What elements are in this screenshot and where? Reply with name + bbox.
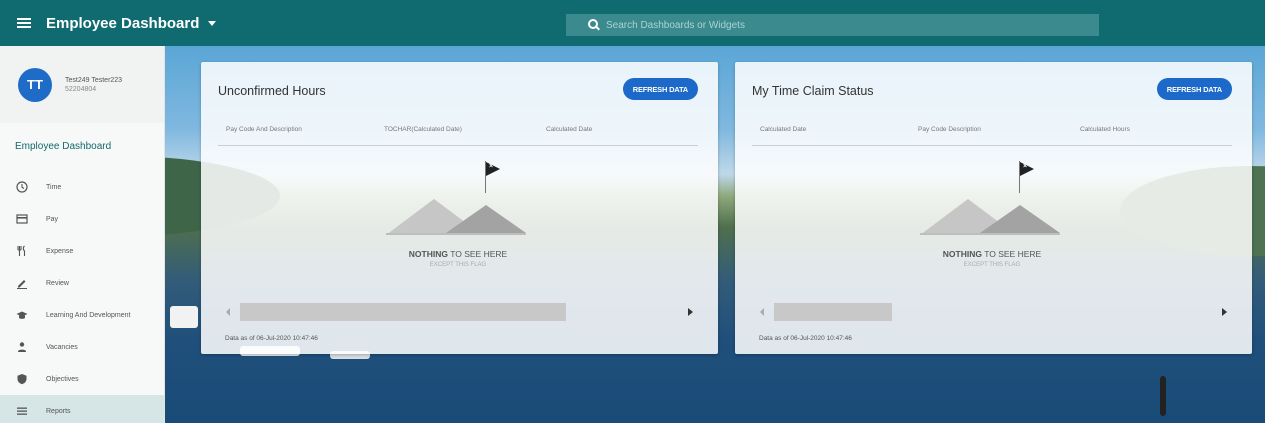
widget-my-time-claim-status: My Time Claim Status REFRESH DATA Calcul…	[735, 62, 1252, 354]
sidebar-item-learning-and-development[interactable]: Learning And Development	[0, 299, 164, 331]
empty-state-subtitle: EXCEPT THIS FLAG	[429, 262, 487, 268]
top-app-bar: Employee Dashboard	[0, 0, 1265, 46]
sidebar-item-label: Vacancies	[46, 343, 78, 351]
empty-state: × NOTHING TO SEE HERE EXCEPT THIS FLAG	[752, 147, 1232, 297]
search-icon	[588, 19, 600, 31]
horizontal-scrollbar[interactable]	[218, 303, 698, 321]
pencil-icon	[15, 276, 29, 290]
sidebar-dashboard-link[interactable]: Employee Dashboard	[0, 141, 164, 157]
card-icon	[15, 212, 29, 226]
scroll-right-icon[interactable]	[688, 308, 693, 316]
data-timestamp: Data as of 06-Jul-2020 10:47:46	[759, 335, 852, 342]
shield-icon	[15, 372, 29, 386]
empty-state-subtitle: EXCEPT THIS FLAG	[963, 262, 1021, 268]
avatar: TT	[18, 67, 52, 102]
user-id: 52204804	[65, 85, 97, 93]
sidebar-nav: Time Pay Expense Review Learning And Dev…	[0, 171, 164, 423]
sidebar-item-label: Reports	[46, 407, 71, 415]
hamburger-menu-button[interactable]	[6, 0, 42, 46]
refresh-data-button[interactable]: REFRESH DATA	[1156, 78, 1232, 100]
sidebar-item-reports[interactable]: Reports	[0, 395, 164, 423]
sidebar-item-review[interactable]: Review	[0, 267, 164, 299]
sidebar: TT Test249 Tester223 52204804 Employee D…	[0, 46, 165, 423]
hamburger-icon	[17, 18, 31, 28]
table-header: Pay Code And Description TOCHAR(Calculat…	[218, 126, 698, 146]
sidebar-item-expense[interactable]: Expense	[0, 235, 164, 267]
sidebar-item-time[interactable]: Time	[0, 171, 164, 203]
widget-title: Unconfirmed Hours	[218, 84, 326, 98]
graduation-cap-icon	[15, 308, 29, 322]
sidebar-item-objectives[interactable]: Objectives	[0, 363, 164, 395]
sidebar-item-label: Pay	[46, 215, 59, 223]
column-header[interactable]: Pay Code And Description	[226, 126, 302, 133]
sidebar-item-label: Learning And Development	[46, 311, 131, 319]
column-header[interactable]: TOCHAR(Calculated Date)	[384, 126, 462, 133]
widget-title: My Time Claim Status	[752, 84, 874, 98]
mountain-illustration	[980, 205, 1060, 233]
scroll-left-icon[interactable]	[226, 308, 230, 316]
empty-state: × NOTHING TO SEE HERE EXCEPT THIS FLAG	[218, 147, 698, 297]
app-title: Employee Dashboard	[46, 14, 200, 32]
scrollbar-thumb[interactable]	[240, 303, 566, 321]
chevron-down-icon	[208, 20, 217, 26]
clock-icon	[15, 180, 29, 194]
search-input[interactable]	[606, 19, 1046, 31]
scroll-right-icon[interactable]	[1222, 308, 1227, 316]
sidebar-item-vacancies[interactable]: Vacancies	[0, 331, 164, 363]
column-header[interactable]: Pay Code Description	[918, 126, 981, 133]
empty-state-title: NOTHING TO SEE HERE	[942, 249, 1042, 259]
sidebar-item-label: Review	[46, 279, 69, 287]
mountain-illustration	[446, 205, 526, 233]
column-header[interactable]: Calculated Date	[760, 126, 806, 133]
dashboard-selector[interactable]: Employee Dashboard	[46, 14, 217, 32]
user-profile[interactable]: TT Test249 Tester223 52204804	[0, 46, 164, 123]
scrollbar-thumb[interactable]	[774, 303, 892, 321]
column-header[interactable]: Calculated Hours	[1080, 126, 1130, 133]
table-header: Calculated Date Pay Code Description Cal…	[752, 126, 1232, 146]
flag-x-mark: ×	[1023, 163, 1028, 170]
refresh-data-button[interactable]: REFRESH DATA	[622, 78, 698, 100]
sidebar-item-pay[interactable]: Pay	[0, 203, 164, 235]
search-box[interactable]	[566, 14, 1099, 36]
scroll-left-icon[interactable]	[760, 308, 764, 316]
column-header[interactable]: Calculated Date	[546, 126, 592, 133]
person-icon	[15, 340, 29, 354]
sidebar-item-label: Expense	[46, 247, 74, 255]
mountain-ground	[920, 233, 1060, 235]
flag-x-mark: ×	[489, 163, 494, 170]
user-name: Test249 Tester223	[65, 76, 123, 84]
sidebar-item-label: Objectives	[46, 375, 79, 383]
widget-unconfirmed-hours: Unconfirmed Hours REFRESH DATA Pay Code …	[201, 62, 718, 354]
data-timestamp: Data as of 06-Jul-2020 10:47:46	[225, 335, 318, 342]
list-icon	[15, 404, 29, 418]
empty-state-title: NOTHING TO SEE HERE	[408, 249, 508, 259]
sidebar-item-label: Time	[46, 183, 62, 191]
mountain-ground	[386, 233, 526, 235]
horizontal-scrollbar[interactable]	[752, 303, 1232, 321]
cutlery-icon	[15, 244, 29, 258]
